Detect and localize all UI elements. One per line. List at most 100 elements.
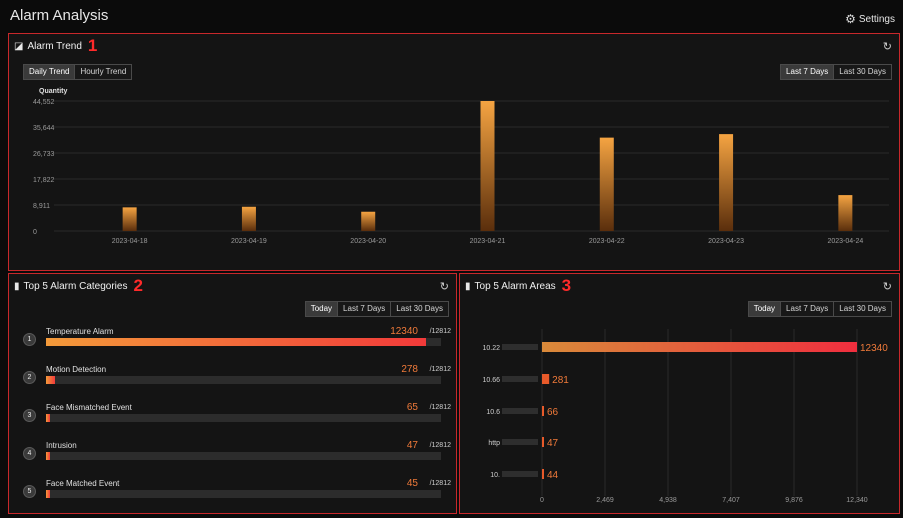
area-bar[interactable] xyxy=(542,437,544,447)
range-last-30-days[interactable]: Last 30 Days xyxy=(834,301,892,317)
category-count: 47 xyxy=(406,440,418,451)
top-areas-panel: ▮ Top 5 Alarm Areas 3 ↻ Today Last 7 Day… xyxy=(459,273,900,514)
panel-header: ◪ Alarm Trend 1 xyxy=(14,36,98,55)
category-progress-track xyxy=(46,452,441,460)
panel-title: Alarm Trend xyxy=(27,40,82,52)
range-last-30-days[interactable]: Last 30 Days xyxy=(391,301,449,317)
category-total: /12812 xyxy=(429,366,451,373)
panel-title: Top 5 Alarm Categories xyxy=(23,280,128,292)
trend-range-tabs: Last 7 Days Last 30 Days xyxy=(780,64,892,80)
category-progress-track xyxy=(46,490,441,498)
area-bar[interactable] xyxy=(542,374,550,384)
y-tick-label: 35,644 xyxy=(33,125,55,132)
category-total: /12812 xyxy=(429,480,451,487)
category-name: Face Mismatched Event xyxy=(46,403,132,412)
category-row: 3 Face Mismatched Event 65 /12812 xyxy=(19,401,451,431)
alarm-trend-panel: ◪ Alarm Trend 1 ↻ Daily Trend Hourly Tre… xyxy=(8,33,900,271)
x-tick-label: 2,469 xyxy=(596,497,614,504)
category-progress-fill xyxy=(46,490,50,498)
range-last-30-days[interactable]: Last 30 Days xyxy=(834,64,892,80)
y-tick-label: 44,552 xyxy=(33,99,55,106)
tab-daily-trend[interactable]: Daily Trend xyxy=(23,64,76,80)
trend-bar[interactable] xyxy=(480,101,495,231)
area-label: 10.22 xyxy=(482,345,500,352)
rank-badge: 2 xyxy=(23,371,36,384)
y-tick-label: 0 xyxy=(33,229,37,236)
category-count: 65 xyxy=(406,402,418,413)
areas-range-tabs: Today Last 7 Days Last 30 Days xyxy=(747,301,892,317)
panel-header: ▮ Top 5 Alarm Areas 3 xyxy=(465,276,572,295)
x-tick-label: 4,938 xyxy=(659,497,677,504)
panel-number: 1 xyxy=(87,36,98,55)
area-bar[interactable] xyxy=(542,406,544,416)
area-value-label: 281 xyxy=(552,375,569,386)
range-last-7-days[interactable]: Last 7 Days xyxy=(780,64,835,80)
blurred-area-name xyxy=(502,439,538,445)
alarm-trend-chart: Quantity 0 8,911 17,822 26,733 35,644 44,552 20… xyxy=(33,88,889,245)
x-tick-label: 0 xyxy=(540,497,544,504)
rank-badge: 1 xyxy=(23,333,36,346)
y-tick-label: 8,911 xyxy=(33,203,50,210)
trend-bar[interactable] xyxy=(599,137,614,231)
alarm-areas-chart: 0 2,469 4,938 7,407 9,876 12,340 10.22 12340 10.… xyxy=(482,329,888,504)
area-label: 10.6 xyxy=(486,409,500,416)
panel-number: 2 xyxy=(133,276,143,295)
trend-bar[interactable] xyxy=(361,211,376,231)
category-count: 45 xyxy=(406,478,418,489)
x-tick-label: 2023-04-22 xyxy=(589,238,625,245)
range-today[interactable]: Today xyxy=(747,301,782,317)
x-tick-label: 2023-04-19 xyxy=(231,238,267,245)
tab-hourly-trend[interactable]: Hourly Trend xyxy=(75,64,133,80)
category-row: 2 Motion Detection 278 /12812 xyxy=(19,363,451,393)
area-value-label: 12340 xyxy=(860,343,888,354)
category-name: Motion Detection xyxy=(46,365,107,374)
category-row: 4 Intrusion 47 /12812 xyxy=(19,439,451,469)
x-tick-label: 2023-04-23 xyxy=(708,238,744,245)
trend-bar[interactable] xyxy=(122,207,137,231)
category-total: /12812 xyxy=(429,404,451,411)
category-progress-fill xyxy=(46,376,55,384)
x-tick-label: 2023-04-21 xyxy=(470,238,506,245)
refresh-icon[interactable]: ↻ xyxy=(440,280,449,293)
category-row: 1 Temperature Alarm 12340 /12812 xyxy=(19,325,451,355)
category-progress-track xyxy=(46,338,441,346)
trend-bar[interactable] xyxy=(838,195,853,231)
panel-title: Top 5 Alarm Areas xyxy=(474,280,556,292)
x-tick-label: 12,340 xyxy=(846,497,868,504)
panel-number: 3 xyxy=(561,276,572,295)
area-label: 10. xyxy=(490,472,500,479)
range-last-7-days[interactable]: Last 7 Days xyxy=(338,301,392,317)
rank-badge: 4 xyxy=(23,447,36,460)
category-progress-fill xyxy=(46,452,50,460)
x-tick-label: 2023-04-24 xyxy=(827,238,863,245)
chart-icon: ◪ xyxy=(14,40,24,52)
x-tick-label: 2023-04-18 xyxy=(112,238,148,245)
area-value-label: 44 xyxy=(547,470,559,481)
top-categories-panel: ▮ Top 5 Alarm Categories 2 ↻ Today Last … xyxy=(8,273,457,514)
category-total: /12812 xyxy=(429,442,451,449)
range-last-7-days[interactable]: Last 7 Days xyxy=(781,301,835,317)
settings-label: Settings xyxy=(858,13,895,25)
x-tick-label: 9,876 xyxy=(785,497,803,504)
refresh-icon[interactable]: ↻ xyxy=(883,280,892,293)
trend-bar[interactable] xyxy=(719,134,734,231)
category-total: /12812 xyxy=(429,328,451,335)
refresh-icon[interactable]: ↻ xyxy=(883,40,892,53)
rank-badge: 3 xyxy=(23,409,36,422)
area-label: http xyxy=(488,440,500,447)
category-name: Face Matched Event xyxy=(46,479,120,488)
top-bar: Alarm Analysis ⚙ Settings xyxy=(0,0,903,32)
settings-button[interactable]: ⚙ Settings xyxy=(845,12,895,26)
category-progress-fill xyxy=(46,414,50,422)
category-progress-fill xyxy=(46,338,427,346)
area-bar[interactable] xyxy=(542,469,544,479)
trend-bar[interactable] xyxy=(241,206,256,231)
y-tick-label: 26,733 xyxy=(33,151,55,158)
gear-icon: ⚙ xyxy=(845,12,856,26)
category-count: 12340 xyxy=(390,326,418,337)
category-name: Temperature Alarm xyxy=(46,327,114,336)
category-count: 278 xyxy=(401,364,418,375)
blurred-area-name xyxy=(502,471,538,477)
area-bar[interactable] xyxy=(542,342,857,352)
range-today[interactable]: Today xyxy=(304,301,339,317)
